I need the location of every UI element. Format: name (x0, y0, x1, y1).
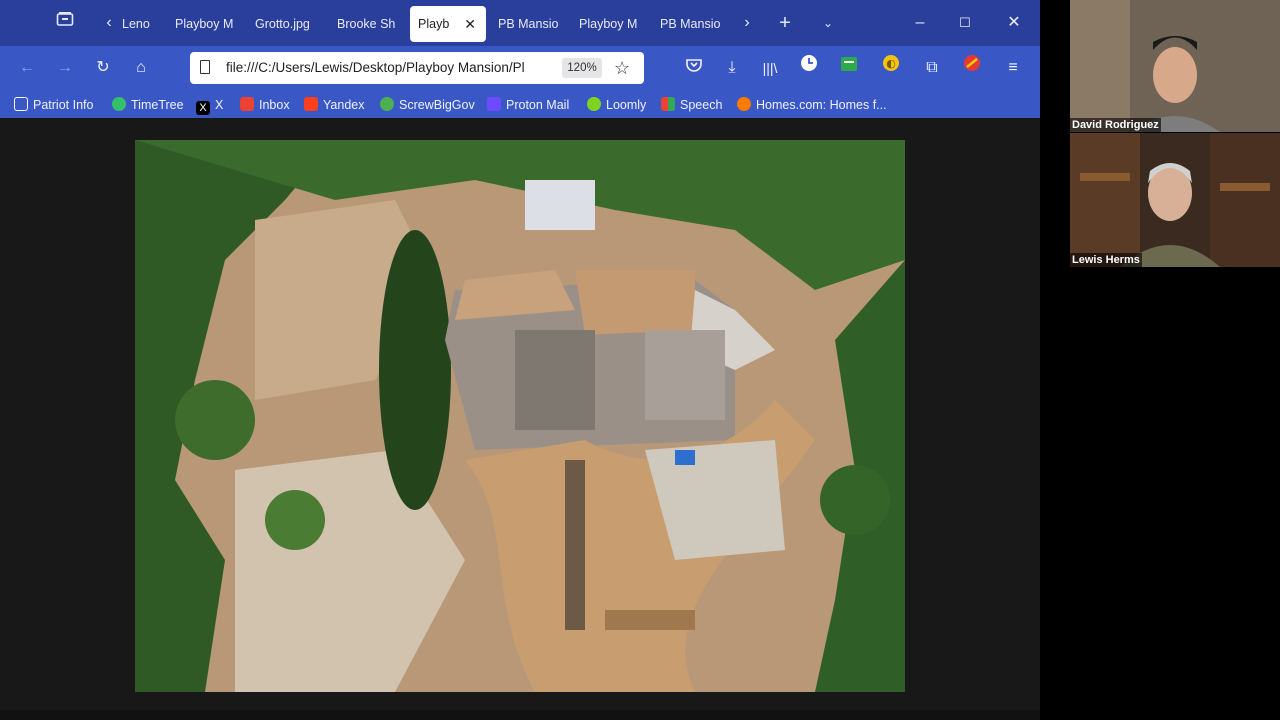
bookmark-proton-mail[interactable]: Proton Mail (487, 92, 569, 118)
bookmarks-toolbar: Patriot Info TimeTree XX Inbox Yandex Sc… (0, 92, 1040, 118)
homes-icon (737, 97, 751, 111)
svg-text:◐: ◐ (886, 57, 896, 70)
new-tab-icon[interactable]: + (770, 0, 800, 46)
tab-label: PB Mansio (660, 17, 720, 31)
url-text[interactable]: file:///C:/Users/Lewis/Desktop/Playboy M… (226, 52, 546, 84)
video-call-panel: David Rodriguez Lewis Herms (1040, 0, 1280, 720)
bookmark-label: Inbox (259, 98, 290, 112)
file-page-icon (200, 60, 210, 74)
green-extension-icon[interactable] (834, 46, 864, 90)
bookmark-label: Patriot Info (33, 98, 94, 112)
tab-label: Brooke Sh (337, 17, 396, 31)
minimize-icon[interactable]: – (905, 0, 935, 46)
bookmark-label: Homes.com: Homes f... (756, 98, 887, 112)
browser-window: ‹ Leno Playboy M Grotto.jpg Brooke Sh Pl… (0, 0, 1040, 720)
coin-extension-icon[interactable]: ◐ (876, 46, 906, 90)
participant-video-1: David Rodriguez (1070, 0, 1280, 132)
tab-8[interactable]: PB Mansio (660, 6, 720, 42)
page-content (0, 118, 1040, 710)
bookmark-label: Yandex (323, 98, 365, 112)
red-extension-icon[interactable] (957, 46, 987, 90)
folder-icon (14, 97, 28, 111)
tab-label: Playb (418, 17, 450, 31)
timetree-icon (112, 97, 126, 111)
home-icon[interactable]: ⌂ (126, 46, 156, 90)
back-arrow-icon[interactable]: ← (12, 46, 42, 90)
tab-5-active[interactable]: Playb ✕ (410, 6, 486, 42)
x-logo-icon: X (196, 101, 210, 115)
bookmark-label: Loomly (606, 98, 647, 112)
tab-label: Leno (122, 17, 150, 31)
participant-name-label: David Rodriguez (1070, 118, 1161, 132)
close-tab-icon[interactable]: ✕ (464, 6, 476, 42)
menu-hamburger-icon[interactable]: ≡ (998, 46, 1028, 90)
close-window-icon[interactable]: ✕ (999, 0, 1029, 46)
bookmark-label: Proton Mail (506, 98, 570, 112)
bookmark-label: ScrewBigGov (399, 98, 475, 112)
aerial-construction-photo (135, 140, 905, 692)
loomly-icon (587, 97, 601, 111)
proton-icon (487, 97, 501, 111)
tab-2[interactable]: Playboy M (175, 6, 235, 42)
library-icon[interactable]: |||\ (755, 46, 785, 90)
tab-label: PB Mansio (498, 17, 558, 31)
navigation-toolbar: ← → ↻ ⌂ file:///C:/Users/Lewis/Desktop/P… (0, 46, 1040, 92)
tab-label: Playboy M (579, 17, 638, 31)
clock-extension-icon[interactable] (794, 46, 824, 90)
tab-4[interactable]: Brooke Sh (337, 6, 397, 42)
bottom-strip (0, 710, 1040, 720)
bookmark-label: Speech (680, 98, 723, 112)
gmail-icon (240, 97, 254, 111)
bookmark-x[interactable]: XX (196, 92, 223, 118)
maximize-icon[interactable]: ☐ (950, 0, 980, 46)
scroll-tabs-right-icon[interactable]: › (732, 0, 762, 46)
scroll-tabs-left-icon[interactable]: ‹ (94, 0, 124, 46)
bookmark-timetree[interactable]: TimeTree (112, 92, 184, 118)
bookmark-inbox[interactable]: Inbox (240, 92, 290, 118)
speech-icon (661, 97, 675, 111)
tab-6[interactable]: PB Mansio (498, 6, 558, 42)
tab-bar: ‹ Leno Playboy M Grotto.jpg Brooke Sh Pl… (0, 0, 1040, 46)
bookmark-homes[interactable]: Homes.com: Homes f... (737, 92, 887, 118)
play-icon (380, 97, 394, 111)
participant-video-2: Lewis Herms (1070, 133, 1280, 267)
bookmark-loomly[interactable]: Loomly (587, 92, 646, 118)
address-bar[interactable]: file:///C:/Users/Lewis/Desktop/Playboy M… (190, 52, 644, 84)
bookmark-star-icon[interactable]: ☆ (614, 52, 630, 84)
pocket-icon[interactable] (679, 46, 709, 90)
downloads-icon[interactable]: ⤓ (717, 46, 747, 90)
tab-label: Playboy M (175, 17, 234, 31)
tab-label: Grotto.jpg (255, 17, 310, 31)
tab-7[interactable]: Playboy M (579, 6, 639, 42)
tab-3[interactable]: Grotto.jpg (255, 6, 317, 42)
yandex-icon (304, 97, 318, 111)
bookmark-patriot-info[interactable]: Patriot Info (14, 92, 93, 118)
bookmark-speech[interactable]: Speech (661, 92, 722, 118)
participant-name-label: Lewis Herms (1070, 253, 1142, 267)
zoom-level-badge[interactable]: 120% (562, 58, 602, 78)
tab-1[interactable]: Leno (122, 6, 162, 42)
reload-icon[interactable]: ↻ (88, 46, 118, 90)
extensions-puzzle-icon[interactable]: ⧉ (917, 46, 947, 90)
tab-overview-icon[interactable] (50, 0, 80, 46)
bookmark-screwbiggov[interactable]: ScrewBigGov (380, 92, 475, 118)
bookmark-label: X (215, 98, 224, 112)
list-tabs-chevron-down-icon[interactable]: ⌄ (813, 0, 843, 46)
bookmark-label: TimeTree (131, 98, 184, 112)
forward-arrow-icon[interactable]: → (50, 46, 80, 90)
bookmark-yandex[interactable]: Yandex (304, 92, 364, 118)
